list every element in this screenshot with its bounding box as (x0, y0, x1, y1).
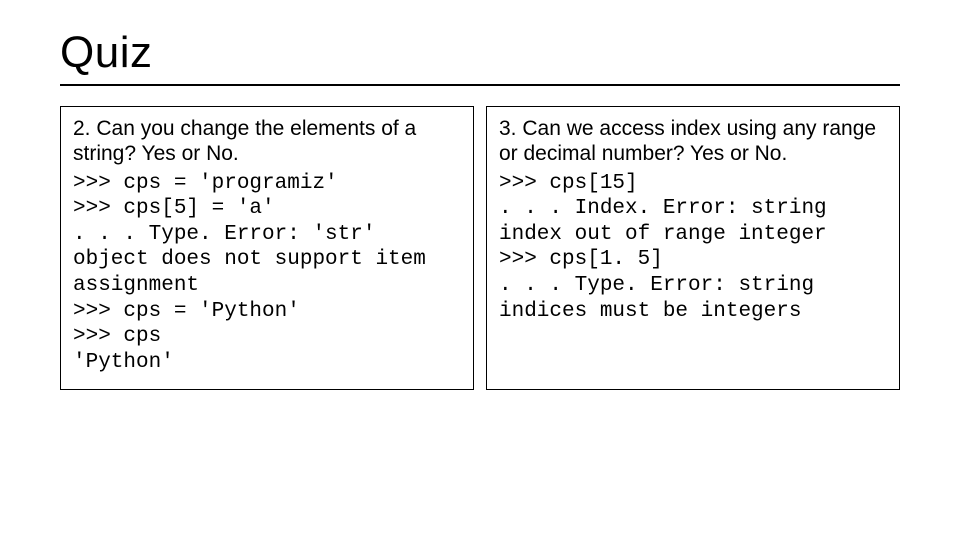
question-2-code: >>> cps = 'programiz' >>> cps[5] = 'a' .… (73, 171, 461, 376)
slide: Quiz 2. Can you change the elements of a… (0, 0, 960, 540)
quiz-card-3: 3. Can we access index using any range o… (486, 106, 900, 390)
title-underline (60, 84, 900, 86)
question-3-text: 3. Can we access index using any range o… (499, 117, 887, 167)
question-2-text: 2. Can you change the elements of a stri… (73, 117, 461, 167)
page-title: Quiz (60, 28, 900, 78)
quiz-card-2: 2. Can you change the elements of a stri… (60, 106, 474, 390)
question-3-code: >>> cps[15] . . . Index. Error: string i… (499, 171, 887, 325)
columns: 2. Can you change the elements of a stri… (60, 106, 900, 390)
